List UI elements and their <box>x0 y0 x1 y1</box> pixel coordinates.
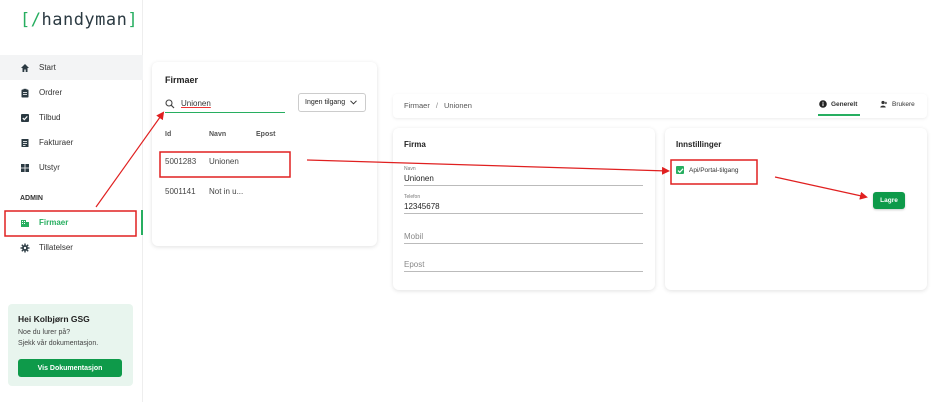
sidebar-item-label: Utstyr <box>39 163 60 172</box>
table-row[interactable]: 5001141 Not in u... <box>152 178 377 208</box>
tab-generelt[interactable]: Generelt <box>819 100 857 108</box>
firmaer-panel: Firmaer Unionen Ingen tilgang Id Navn Ep… <box>152 62 377 246</box>
checklist-icon <box>20 113 30 123</box>
admin-section-label: ADMIN <box>20 194 43 202</box>
sidebar-item-label: Tilbud <box>39 113 61 122</box>
help-card: Hei Kolbjørn GSG Noe du lurer på? Sjekk … <box>8 304 133 386</box>
sidebar-item-fakturaer[interactable]: Fakturaer <box>0 130 143 155</box>
column-header-navn[interactable]: Navn <box>209 131 226 138</box>
field-value: 12345678 <box>404 202 440 211</box>
logo-text: handyman <box>41 10 128 30</box>
settings-card: Innstillinger Api/Portal-tilgang Lagre <box>665 128 927 290</box>
sidebar-item-label: Ordrer <box>39 88 63 97</box>
column-header-epost[interactable]: Epost <box>256 131 275 138</box>
access-filter-dropdown[interactable]: Ingen tilgang <box>298 93 366 112</box>
row-id: 5001141 <box>165 187 196 196</box>
row-name: Not in u... <box>209 187 244 196</box>
table-row[interactable]: 5001283 Unionen <box>152 148 377 178</box>
sidebar-item-label: Fakturaer <box>39 138 74 147</box>
sidebar-item-utstyr[interactable]: Utstyr <box>0 155 143 180</box>
home-icon <box>20 63 30 73</box>
sidebar-nav: Start Ordrer Tilbud Fakturaer Utstyr ADM… <box>0 55 143 260</box>
detail-header: Firmaer / Unionen Generelt Brukere <box>393 94 927 118</box>
column-header-id[interactable]: Id <box>165 131 171 138</box>
grid-icon <box>20 163 30 173</box>
breadcrumb: Firmaer / Unionen <box>404 101 472 110</box>
active-tab-indicator <box>818 114 860 116</box>
panel-title: Firmaer <box>165 75 199 85</box>
field-placeholder: Mobil <box>404 232 424 241</box>
sidebar-item-tilbud[interactable]: Tilbud <box>0 105 143 130</box>
checkbox-checked-icon <box>676 166 684 174</box>
card-title: Firma <box>404 140 426 149</box>
table-header: Id Navn Epost <box>152 120 377 148</box>
info-icon <box>819 100 827 108</box>
sidebar-item-start[interactable]: Start <box>0 55 143 80</box>
search-value: Unionen <box>181 99 211 108</box>
tab-label: Brukere <box>892 100 915 108</box>
logo-bracket-close: ] <box>127 10 139 30</box>
documentation-button[interactable]: Vis Dokumentasjon <box>18 359 122 377</box>
invoice-icon <box>20 138 30 148</box>
sidebar-item-label: Start <box>39 63 56 72</box>
firma-card: Firma Navn Unionen Telefon 12345678 Mobi… <box>393 128 655 290</box>
checkbox-label: Api/Portal-tilgang <box>689 166 739 174</box>
field-value: Unionen <box>404 174 434 183</box>
dropdown-value: Ingen tilgang <box>305 99 346 106</box>
breadcrumb-current: Unionen <box>443 101 472 110</box>
help-heading: Hei Kolbjørn GSG <box>18 314 90 324</box>
sidebar-item-tillatelser[interactable]: Tillatelser <box>0 235 143 260</box>
help-line-2: Sjekk vår dokumentasjon. <box>18 340 99 347</box>
row-id: 5001283 <box>165 157 197 166</box>
clipboard-icon <box>20 88 30 98</box>
api-access-checkbox[interactable]: Api/Portal-tilgang <box>676 166 739 174</box>
search-input[interactable]: Unionen <box>165 95 285 113</box>
field-label: Navn <box>404 166 416 172</box>
name-field[interactable]: Navn Unionen <box>404 166 643 186</box>
field-label: Telefon <box>404 194 421 200</box>
sidebar-item-ordrer[interactable]: Ordrer <box>0 80 143 105</box>
search-icon <box>165 98 175 108</box>
card-title: Innstillinger <box>676 140 722 149</box>
phone-field[interactable]: Telefon 12345678 <box>404 194 643 214</box>
breadcrumb-separator: / <box>435 101 438 110</box>
sidebar-item-label: Firmaer <box>39 218 69 227</box>
mobile-field[interactable]: Mobil <box>404 224 643 244</box>
building-icon <box>20 218 30 228</box>
tab-label: Generelt <box>831 100 858 108</box>
sidebar-item-firmaer[interactable]: Firmaer <box>0 210 143 235</box>
save-button[interactable]: Lagre <box>873 192 905 209</box>
chevron-down-icon <box>350 100 357 105</box>
row-name: Unionen <box>209 157 239 166</box>
users-icon <box>880 100 887 108</box>
help-line-1: Noe du lurer på? <box>18 329 71 336</box>
email-field[interactable]: Epost <box>404 252 643 272</box>
breadcrumb-root[interactable]: Firmaer <box>404 101 430 110</box>
tab-brukere[interactable]: Brukere <box>880 100 915 108</box>
logo-bracket-open: [/ <box>20 10 42 30</box>
sidebar-item-label: Tillatelser <box>39 243 73 252</box>
app-logo[interactable]: [/handyman] <box>20 10 138 30</box>
sidebar: [/handyman] Start Ordrer Tilbud Fakturae… <box>0 0 143 402</box>
field-placeholder: Epost <box>404 260 425 269</box>
gear-icon <box>20 243 30 253</box>
